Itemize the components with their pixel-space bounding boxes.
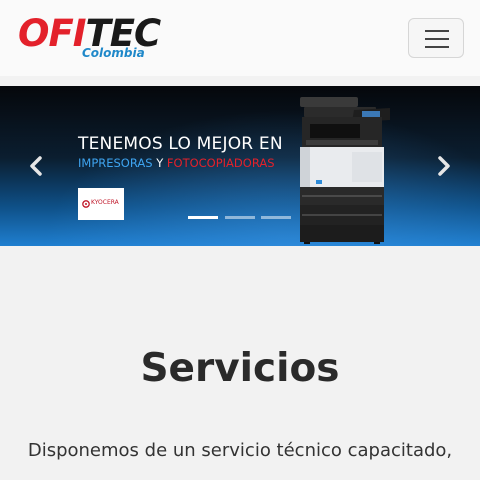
kyocera-brand-text: KYOCERA [91,199,119,206]
menu-toggle-button[interactable] [408,18,464,58]
services-heading: Servicios [140,346,340,391]
carousel-prev-button[interactable] [26,154,46,178]
carousel-indicator-2[interactable] [225,216,255,219]
slide-title: TENEMOS LO MEJOR EN [78,134,283,154]
services-description-continued: ... [0,472,480,480]
slide-subtitle: IMPRESORAS Y FOTOCOPIADORAS [78,156,275,170]
logo-subtitle: Colombia [82,46,145,60]
logo-ofi-text: OFI [18,12,86,55]
subtitle-fotocopiadoras: FOTOCOPIADORAS [166,156,275,170]
navbar: OFITEC Colombia [0,0,480,76]
subtitle-and: Y [152,156,167,170]
carousel-indicator-3[interactable] [261,216,291,219]
printer-image [300,97,390,244]
hero-carousel: TENEMOS LO MEJOR EN IMPRESORAS Y FOTOCOP… [0,86,480,246]
kyocera-logo: KYOCERA [78,188,124,220]
chevron-left-icon [30,156,42,176]
chevron-right-icon [438,156,450,176]
hamburger-icon [425,30,449,32]
carousel-next-button[interactable] [434,154,454,178]
subtitle-impresoras: IMPRESORAS [78,156,153,170]
hamburger-icon-bar [425,38,449,40]
carousel-indicator-1[interactable] [188,216,218,219]
hamburger-icon-bar [425,46,449,48]
services-description: Disponemos de un servicio técnico capaci… [27,440,453,461]
ofitec-logo[interactable]: OFITEC Colombia [18,12,161,64]
